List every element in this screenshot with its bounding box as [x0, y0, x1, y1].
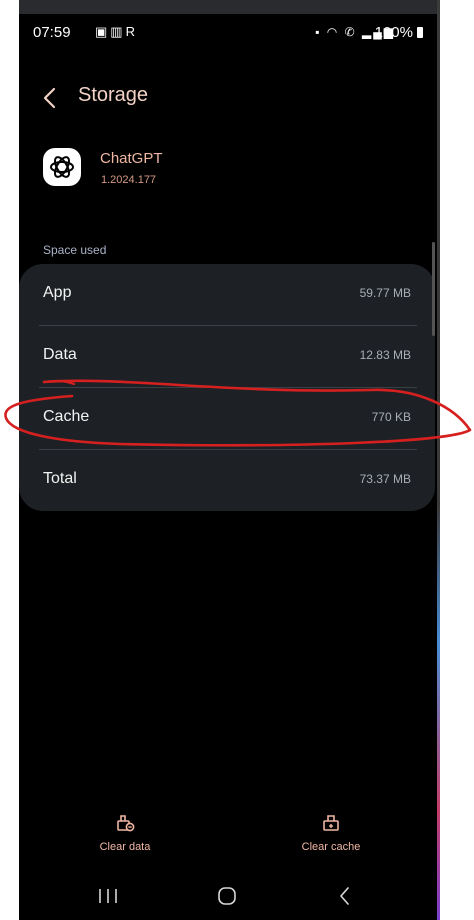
storage-row-total: Total 73.37 MB — [19, 450, 435, 512]
storage-row-data: Data 12.83 MB — [19, 326, 435, 388]
recent-apps-icon[interactable] — [88, 884, 128, 908]
row-label: Cache — [43, 408, 90, 425]
navigation-bar — [19, 880, 437, 912]
back-nav-icon[interactable] — [325, 884, 365, 908]
clear-cache-label: Clear cache — [301, 841, 361, 853]
battery-percent: 100% — [374, 24, 413, 41]
storage-row-cache: Cache 770 KB — [19, 388, 435, 450]
screen-edge-stripe — [437, 0, 440, 920]
phone-screen: 07:59 ▣▥R ▪ ◠ ✆ ▂▄▆ 100% Storage ChatGPT… — [19, 0, 437, 920]
row-label: Data — [43, 346, 77, 363]
right-edge — [437, 0, 474, 920]
scrollbar[interactable] — [432, 242, 435, 336]
notification-r-icon: R — [125, 24, 138, 39]
notification-a-icon: ▣ — [95, 24, 111, 39]
battery-saver-icon: ▪ — [315, 25, 322, 39]
wifi-calling-icon: ✆ — [344, 25, 357, 39]
wifi-icon: ◠ — [326, 25, 340, 39]
app-name: ChatGPT — [100, 150, 163, 167]
app-logo-icon — [43, 148, 81, 186]
clear-cache-icon — [323, 815, 339, 831]
storage-row-app: App 59.77 MB — [19, 264, 435, 326]
notification-tablet-icon: ▥ — [110, 24, 126, 39]
notification-icons: ▣▥R — [95, 24, 138, 40]
battery-icon — [417, 27, 423, 38]
clear-cache-button[interactable]: Clear cache — [266, 812, 396, 862]
row-label: Total — [43, 470, 77, 487]
home-icon[interactable] — [207, 884, 247, 908]
row-value: 12.83 MB — [359, 348, 411, 362]
storage-card: App 59.77 MB Data 12.83 MB Cache 770 KB … — [19, 264, 435, 511]
back-icon[interactable] — [41, 84, 61, 112]
row-value: 73.37 MB — [359, 472, 411, 486]
app-version: 1.2024.177 — [101, 174, 157, 186]
row-value: 59.77 MB — [359, 286, 411, 300]
status-time: 07:59 — [33, 24, 71, 41]
page-title: Storage — [78, 84, 149, 106]
row-value: 770 KB — [371, 410, 411, 424]
row-label: App — [43, 284, 72, 301]
clear-data-icon — [117, 815, 135, 832]
status-bar: 07:59 ▣▥R ▪ ◠ ✆ ▂▄▆ 100% — [33, 22, 423, 44]
clear-data-button[interactable]: Clear data — [60, 812, 190, 862]
clear-data-label: Clear data — [99, 841, 151, 853]
section-label: Space used — [43, 243, 107, 257]
top-bar — [19, 0, 437, 14]
